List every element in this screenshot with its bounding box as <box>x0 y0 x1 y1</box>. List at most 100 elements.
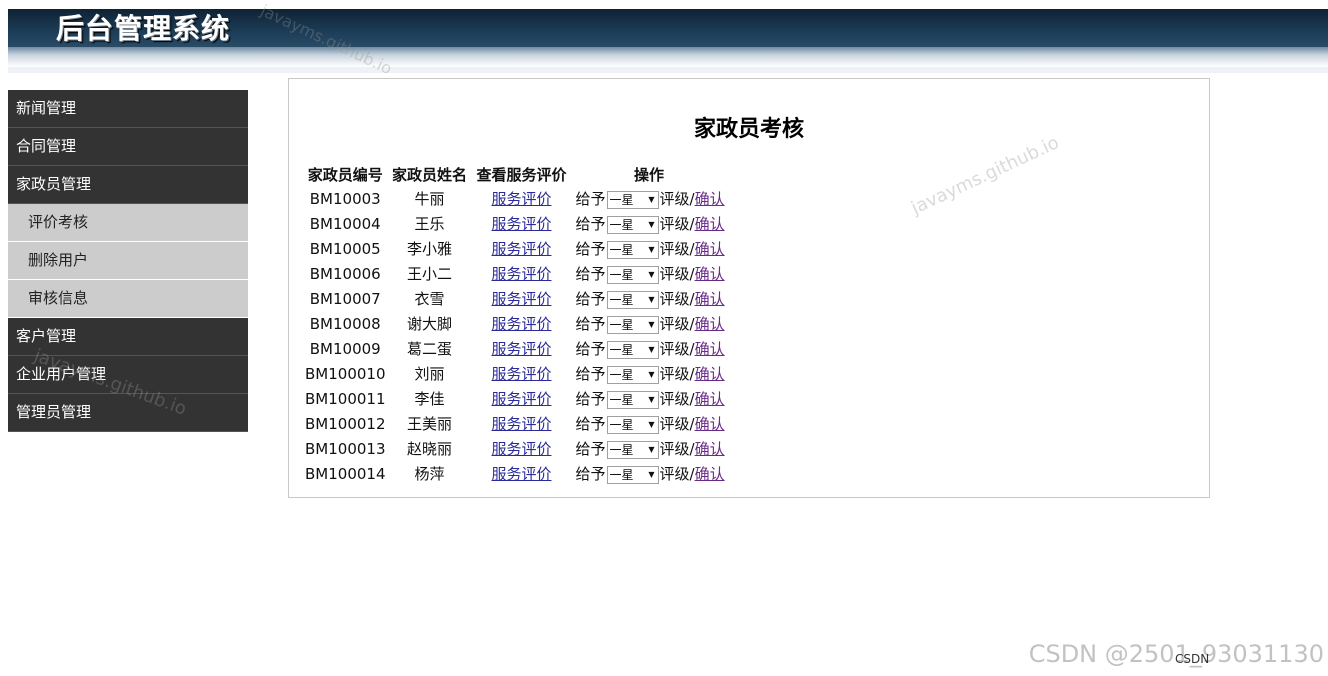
rating-select[interactable]: 一星 ▼ <box>606 390 659 409</box>
rating-select[interactable]: 一星 ▼ <box>606 465 659 484</box>
worker-name: 衣雪 <box>414 290 445 308</box>
rating-select[interactable]: 一星 ▼ <box>606 415 659 434</box>
rating-value: 一星 <box>609 367 634 382</box>
service-eval-link[interactable]: 服务评价 <box>491 465 551 483</box>
rating-value: 一星 <box>609 292 634 307</box>
sidebar-item-1[interactable]: 合同管理 <box>8 128 248 166</box>
sidebar-item-8[interactable]: 管理员管理 <box>8 394 248 432</box>
op-suffix: 评级/ <box>659 340 695 358</box>
service-eval-link[interactable]: 服务评价 <box>491 240 551 258</box>
sidebar-item-2[interactable]: 家政员管理 <box>8 166 248 204</box>
worker-id: BM10008 <box>309 314 381 333</box>
service-eval-link[interactable]: 服务评价 <box>491 390 551 408</box>
op-cell: 给予 一星 ▼ 评级/确认 <box>572 361 727 386</box>
worker-id: BM10009 <box>309 339 381 358</box>
column-header-id: 家政员编号 <box>307 165 383 184</box>
chevron-down-icon: ▼ <box>648 269 655 279</box>
rating-value: 一星 <box>609 342 634 357</box>
confirm-link[interactable]: 确认 <box>695 340 725 358</box>
rating-value: 一星 <box>609 242 634 257</box>
worker-name: 杨萍 <box>414 465 445 483</box>
worker-id: BM10005 <box>309 239 381 258</box>
confirm-link[interactable]: 确认 <box>695 190 725 208</box>
column-header-name: 家政员姓名 <box>391 165 467 184</box>
table-row: BM10006 王小二 服务评价 给予 一星 ▼ 评级/确认 <box>303 261 727 286</box>
service-eval-link[interactable]: 服务评价 <box>491 215 551 233</box>
eval-cell: 服务评价 <box>472 386 572 411</box>
service-eval-link[interactable]: 服务评价 <box>491 440 551 458</box>
rating-select[interactable]: 一星 ▼ <box>606 190 659 209</box>
rating-select[interactable]: 一星 ▼ <box>606 365 659 384</box>
rating-select[interactable]: 一星 ▼ <box>606 290 659 309</box>
table-row: BM10007 衣雪 服务评价 给予 一星 ▼ 评级/确认 <box>303 286 727 311</box>
service-eval-link[interactable]: 服务评价 <box>491 290 551 308</box>
sidebar-item-7[interactable]: 企业用户管理 <box>8 356 248 394</box>
table-row: BM10005 李小雅 服务评价 给予 一星 ▼ 评级/确认 <box>303 236 727 261</box>
table-row: BM100010 刘丽 服务评价 给予 一星 ▼ 评级/确认 <box>303 361 727 386</box>
op-cell: 给予 一星 ▼ 评级/确认 <box>572 461 727 486</box>
eval-cell: 服务评价 <box>472 361 572 386</box>
sidebar-item-0[interactable]: 新闻管理 <box>8 90 248 128</box>
sidebar-item-3[interactable]: 评价考核 <box>8 204 248 242</box>
op-cell: 给予 一星 ▼ 评级/确认 <box>572 236 727 261</box>
rating-select[interactable]: 一星 ▼ <box>606 315 659 334</box>
rating-select[interactable]: 一星 ▼ <box>606 440 659 459</box>
service-eval-link[interactable]: 服务评价 <box>491 365 551 383</box>
op-cell: 给予 一星 ▼ 评级/确认 <box>572 186 727 211</box>
sidebar-item-4[interactable]: 删除用户 <box>8 242 248 280</box>
rating-select[interactable]: 一星 ▼ <box>606 215 659 234</box>
table-row: BM100014 杨萍 服务评价 给予 一星 ▼ 评级/确认 <box>303 461 727 486</box>
page-title: 家政员考核 <box>693 117 804 142</box>
table-row: BM100013 赵晓丽 服务评价 给予 一星 ▼ 评级/确认 <box>303 436 727 461</box>
confirm-link[interactable]: 确认 <box>695 415 725 433</box>
eval-cell: 服务评价 <box>472 286 572 311</box>
op-prefix: 给予 <box>575 465 606 483</box>
confirm-link[interactable]: 确认 <box>695 390 725 408</box>
rating-select[interactable]: 一星 ▼ <box>606 240 659 259</box>
op-prefix: 给予 <box>575 240 606 258</box>
rating-value: 一星 <box>609 317 634 332</box>
service-eval-link[interactable]: 服务评价 <box>491 190 551 208</box>
service-eval-link[interactable]: 服务评价 <box>491 315 551 333</box>
rating-select[interactable]: 一星 ▼ <box>606 340 659 359</box>
worker-id: BM10004 <box>309 214 381 233</box>
rating-value: 一星 <box>609 467 634 482</box>
column-header-op: 操作 <box>634 165 665 184</box>
app-title: 后台管理系统 <box>56 12 231 45</box>
confirm-link[interactable]: 确认 <box>695 365 725 383</box>
op-cell: 给予 一星 ▼ 评级/确认 <box>572 211 727 236</box>
table-row: BM10004 王乐 服务评价 给予 一星 ▼ 评级/确认 <box>303 211 727 236</box>
confirm-link[interactable]: 确认 <box>695 465 725 483</box>
op-cell: 给予 一星 ▼ 评级/确认 <box>572 386 727 411</box>
worker-name: 王乐 <box>414 215 445 233</box>
rating-value: 一星 <box>609 417 634 432</box>
service-eval-link[interactable]: 服务评价 <box>491 415 551 433</box>
worker-id: BM100011 <box>305 389 386 408</box>
eval-cell: 服务评价 <box>472 261 572 286</box>
sidebar-item-5[interactable]: 审核信息 <box>8 280 248 318</box>
worker-id: BM10007 <box>309 289 381 308</box>
table-row: BM100011 李佳 服务评价 给予 一星 ▼ 评级/确认 <box>303 386 727 411</box>
confirm-link[interactable]: 确认 <box>695 290 725 308</box>
sidebar: 新闻管理 合同管理 家政员管理 评价考核 删除用户 审核信息 客户管理 企业用户管理 管理员管理 <box>8 90 248 432</box>
confirm-link[interactable]: 确认 <box>695 265 725 283</box>
confirm-link[interactable]: 确认 <box>695 315 725 333</box>
eval-cell: 服务评价 <box>472 186 572 211</box>
op-suffix: 评级/ <box>659 315 695 333</box>
op-suffix: 评级/ <box>659 240 695 258</box>
service-eval-link[interactable]: 服务评价 <box>491 340 551 358</box>
confirm-link[interactable]: 确认 <box>695 215 725 233</box>
rating-select[interactable]: 一星 ▼ <box>606 265 659 284</box>
service-eval-link[interactable]: 服务评价 <box>491 265 551 283</box>
worker-id: BM100012 <box>305 414 386 433</box>
chevron-down-icon: ▼ <box>648 194 655 204</box>
confirm-link[interactable]: 确认 <box>695 240 725 258</box>
confirm-link[interactable]: 确认 <box>695 440 725 458</box>
page: 后台管理系统 新闻管理 合同管理 家政员管理 评价考核 删除用户 审核信息 客户管理 企业用户… <box>0 0 1328 676</box>
chevron-down-icon: ▼ <box>648 394 655 404</box>
sidebar-item-6[interactable]: 客户管理 <box>8 318 248 356</box>
worker-name: 李佳 <box>414 390 445 408</box>
eval-cell: 服务评价 <box>472 436 572 461</box>
op-prefix: 给予 <box>575 415 606 433</box>
worker-id: BM10003 <box>309 189 381 208</box>
